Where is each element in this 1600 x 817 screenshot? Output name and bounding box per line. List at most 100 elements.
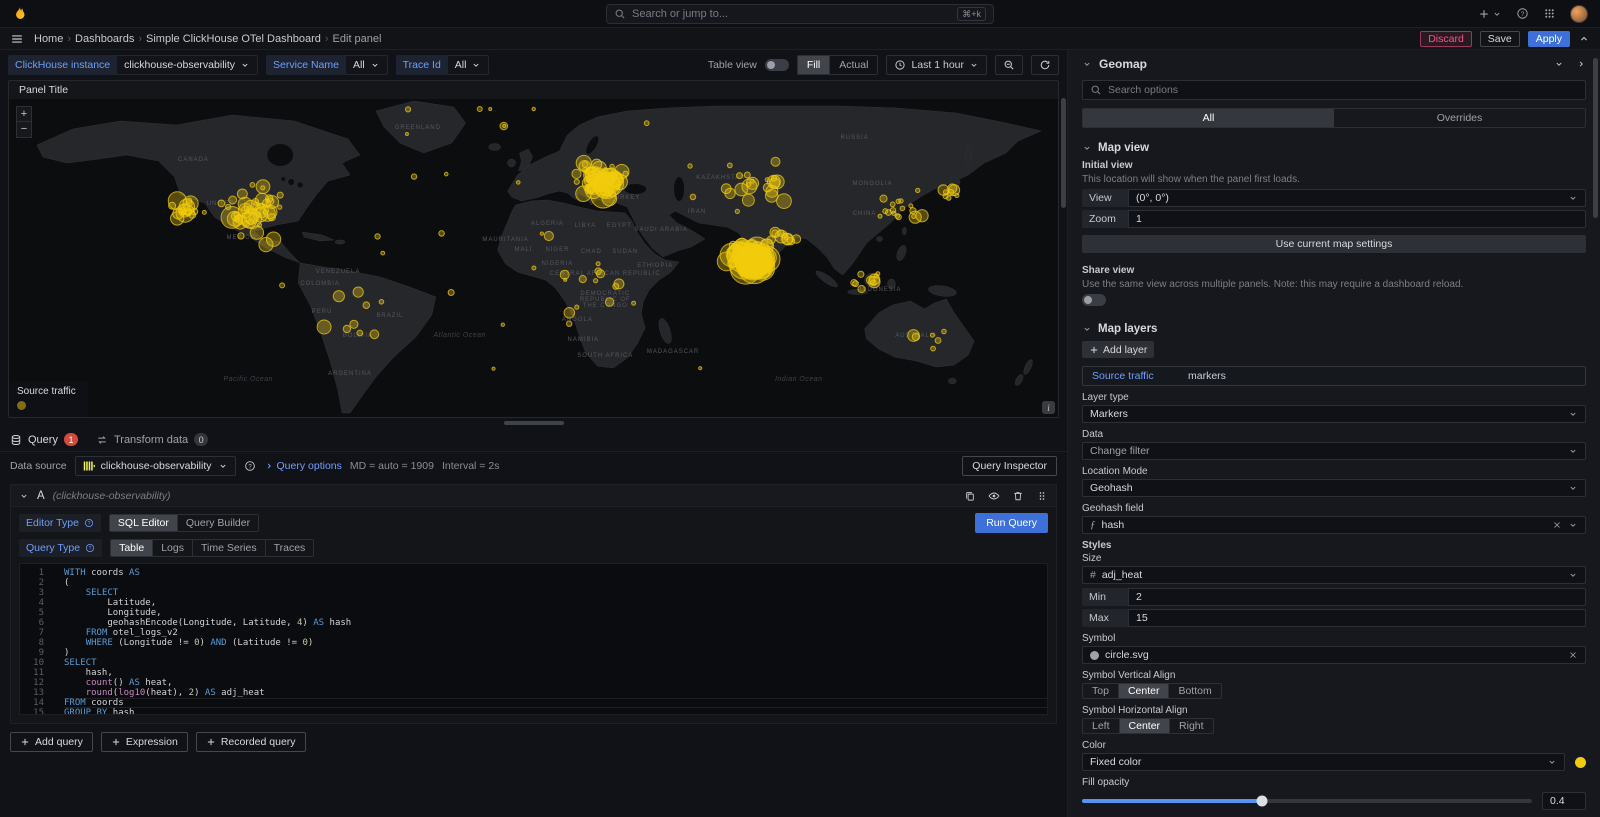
color-swatch[interactable] xyxy=(1575,757,1586,768)
map-zoom-in-button[interactable]: + xyxy=(16,106,32,122)
collapse-query-button[interactable] xyxy=(19,491,29,501)
sql-line[interactable]: Latitude, xyxy=(64,598,1047,608)
sql-line[interactable]: GROUP BY hash xyxy=(64,708,1047,715)
clear-icon[interactable] xyxy=(1552,520,1562,530)
geomap-canvas[interactable]: CANADAUNITED STATESMEXICOGREENLANDVENEZU… xyxy=(9,99,1058,417)
time-range-picker[interactable]: Last 1 hour xyxy=(886,55,987,75)
query-type-traces[interactable]: Traces xyxy=(265,540,314,556)
display-mode-fill[interactable]: Fill xyxy=(798,56,829,74)
symbol-valign-bottom[interactable]: Bottom xyxy=(1168,684,1220,698)
tab-query[interactable]: Query 1 xyxy=(10,428,78,451)
size-field-dropdown[interactable]: # adj_heat xyxy=(1082,566,1586,584)
duplicate-query-button[interactable] xyxy=(964,490,976,502)
apply-button[interactable]: Apply xyxy=(1528,31,1570,47)
symbol-halign-left[interactable]: Left xyxy=(1083,719,1119,733)
menu-toggle-button[interactable] xyxy=(10,32,24,46)
delete-query-button[interactable] xyxy=(1012,490,1024,502)
help-button[interactable] xyxy=(1516,7,1529,20)
symbol-valign-center[interactable]: Center xyxy=(1118,684,1169,698)
global-search-input[interactable]: Search or jump to... ⌘+k xyxy=(606,4,994,24)
color-mode-dropdown[interactable]: Fixed color xyxy=(1082,753,1565,771)
sql-line[interactable]: SELECT xyxy=(64,658,1047,668)
view-dropdown[interactable]: (0°, 0°) xyxy=(1128,189,1586,207)
options-tab-all[interactable]: All xyxy=(1083,109,1334,127)
run-query-button[interactable]: Run Query xyxy=(975,513,1048,533)
options-scrollbar[interactable] xyxy=(1593,58,1598,218)
data-filter-dropdown[interactable]: Change filter xyxy=(1082,442,1586,460)
query-inspector-button[interactable]: Query Inspector xyxy=(962,456,1057,476)
sql-code[interactable]: WITH coords AS( SELECT Latitude, Longitu… xyxy=(52,564,1047,714)
query-type-time-series[interactable]: Time Series xyxy=(192,540,265,556)
new-menu-button[interactable] xyxy=(1478,8,1502,20)
panel-resize-handle[interactable] xyxy=(0,418,1067,428)
sql-line[interactable]: WHERE (Longitude != 0) AND (Latitude != … xyxy=(64,638,1047,648)
map-zoom-out-button[interactable]: − xyxy=(16,122,32,138)
query-type-table[interactable]: Table xyxy=(111,540,152,556)
sql-line[interactable]: count() AS heat, xyxy=(64,678,1047,688)
table-view-toggle[interactable] xyxy=(765,59,789,71)
layer-type-dropdown[interactable]: Markers xyxy=(1082,405,1586,423)
add-query-button[interactable]: Add query xyxy=(10,732,93,752)
zoom-input[interactable]: 1 xyxy=(1128,210,1586,228)
clear-icon[interactable] xyxy=(1568,650,1578,660)
variable-value-dropdown[interactable]: clickhouse-observability xyxy=(117,55,258,75)
sql-line[interactable]: FROM otel_logs_v2 xyxy=(64,628,1047,638)
add-layer-button[interactable]: Add layer xyxy=(1082,341,1154,358)
symbol-dropdown[interactable]: circle.svg xyxy=(1082,646,1586,664)
query-type-logs[interactable]: Logs xyxy=(152,540,192,556)
time-zoom-out-button[interactable] xyxy=(995,55,1023,75)
fill-opacity-input[interactable]: 0.4 xyxy=(1542,792,1586,810)
left-pane-scrollbar[interactable] xyxy=(1061,98,1066,208)
options-search-input[interactable] xyxy=(1108,84,1578,96)
geohash-field-dropdown[interactable]: ƒ hash xyxy=(1082,516,1586,534)
map-layers-section-toggle[interactable]: Map layers xyxy=(1082,323,1157,335)
variable-value-dropdown[interactable]: All xyxy=(448,55,490,75)
display-mode-actual[interactable]: Actual xyxy=(829,56,877,74)
save-button[interactable]: Save xyxy=(1480,31,1520,47)
map-view-section-toggle[interactable]: Map view xyxy=(1082,142,1149,154)
breadcrumb-item-dashboard[interactable]: Simple ClickHouse OTel Dashboard xyxy=(146,33,321,45)
sql-line[interactable]: Longitude, xyxy=(64,608,1047,618)
map-attribution-button[interactable]: i xyxy=(1042,401,1055,414)
use-current-map-settings-button[interactable]: Use current map settings xyxy=(1082,235,1586,253)
discard-button[interactable]: Discard xyxy=(1420,31,1472,47)
sql-line[interactable]: ( xyxy=(64,578,1047,588)
breadcrumb-item-home[interactable]: Home xyxy=(34,33,63,45)
layer-item[interactable]: Source traffic markers xyxy=(1082,366,1586,386)
options-tab-overrides[interactable]: Overrides xyxy=(1334,109,1585,127)
expression-button[interactable]: Expression xyxy=(101,732,188,752)
symbol-halign-center[interactable]: Center xyxy=(1119,719,1170,733)
refresh-button[interactable] xyxy=(1031,55,1059,75)
breadcrumb-item-dashboards[interactable]: Dashboards xyxy=(75,33,134,45)
variable-value-dropdown[interactable]: All xyxy=(346,55,388,75)
datasource-help-button[interactable] xyxy=(244,460,256,472)
min-input[interactable]: 2 xyxy=(1128,588,1586,606)
grafana-logo-icon[interactable] xyxy=(12,6,28,22)
sql-line[interactable]: hash, xyxy=(64,668,1047,678)
sql-line[interactable]: FROM coords xyxy=(64,698,1047,708)
data-source-picker[interactable]: clickhouse-observability xyxy=(75,456,236,476)
max-input[interactable]: 15 xyxy=(1128,609,1586,627)
hide-query-button[interactable] xyxy=(988,490,1000,502)
sql-line[interactable]: WITH coords AS xyxy=(64,568,1047,578)
visualization-picker[interactable]: Geomap xyxy=(1099,57,1147,71)
slider-thumb[interactable] xyxy=(1257,796,1268,807)
symbol-valign-top[interactable]: Top xyxy=(1083,684,1118,698)
collapse-header-button[interactable] xyxy=(1578,33,1590,45)
pane-collapse-button[interactable] xyxy=(1576,59,1586,69)
editor-type-sql-editor[interactable]: SQL Editor xyxy=(110,515,177,531)
sql-line[interactable]: SELECT xyxy=(64,588,1047,598)
sql-line[interactable]: geohashEncode(Longitude, Latitude, 4) AS… xyxy=(64,618,1047,628)
options-collapse-button[interactable] xyxy=(1554,59,1564,69)
user-avatar[interactable] xyxy=(1570,5,1588,23)
sql-line[interactable]: ) xyxy=(64,648,1047,658)
recorded-query-button[interactable]: Recorded query xyxy=(196,732,306,752)
share-view-toggle[interactable] xyxy=(1082,294,1106,306)
fill-opacity-slider[interactable] xyxy=(1082,799,1532,803)
apps-button[interactable] xyxy=(1543,7,1556,20)
location-mode-dropdown[interactable]: Geohash xyxy=(1082,479,1586,497)
editor-type-query-builder[interactable]: Query Builder xyxy=(177,515,258,531)
query-options-toggle[interactable]: Query options xyxy=(264,460,342,472)
tab-transform-data[interactable]: Transform data 0 xyxy=(96,428,208,451)
symbol-halign-right[interactable]: Right xyxy=(1169,719,1213,733)
